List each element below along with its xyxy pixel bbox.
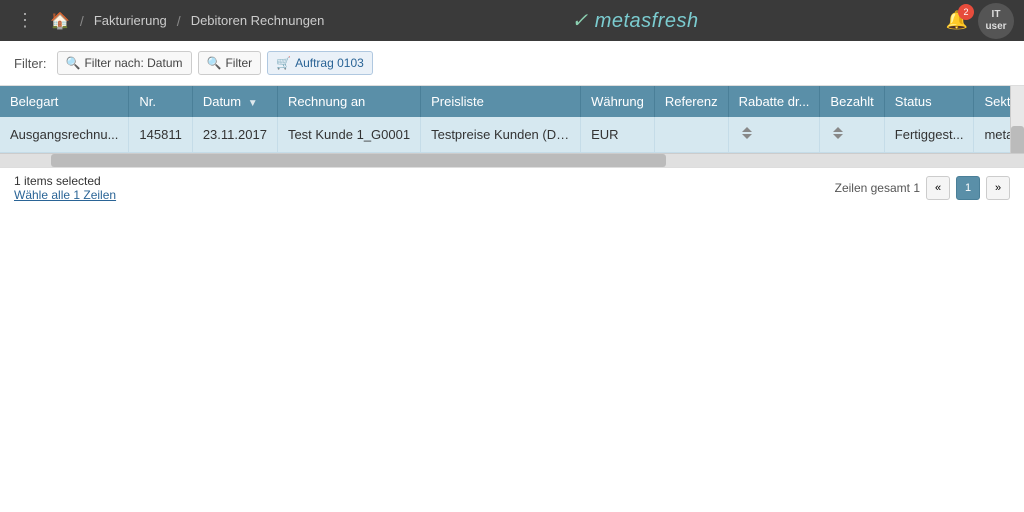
- page-next-button[interactable]: »: [986, 176, 1010, 200]
- sort-icon: ▼: [248, 98, 258, 109]
- auftrag-button[interactable]: 🛒 Auftrag 0103: [267, 51, 373, 75]
- notifications-button[interactable]: 🔔 2: [946, 10, 968, 31]
- table-outer: Belegart Nr. Datum ▼ Rechnung an: [0, 86, 1024, 153]
- cell-bezahlt: [820, 117, 884, 153]
- col-bezahlt[interactable]: Bezahlt: [820, 86, 884, 117]
- col-sektion[interactable]: Sektion: [974, 86, 1010, 117]
- cell-waehrung: EUR: [581, 117, 655, 153]
- order-icon: 🛒: [276, 56, 291, 70]
- h-scrollbar-thumb: [51, 154, 665, 167]
- cell-sektion: metas: [974, 117, 1010, 153]
- filter-button[interactable]: 🔍 Filter: [198, 51, 262, 75]
- col-nr[interactable]: Nr.: [129, 86, 192, 117]
- horizontal-scrollbar[interactable]: [0, 153, 1024, 167]
- col-preisliste[interactable]: Preisliste: [421, 86, 581, 117]
- filter-bar: Filter: 🔍 Filter nach: Datum 🔍 Filter 🛒 …: [0, 41, 1024, 86]
- col-status[interactable]: Status: [884, 86, 974, 117]
- filter-datum-button[interactable]: 🔍 Filter nach: Datum: [57, 51, 192, 75]
- cell-referenz: [654, 117, 728, 153]
- breadcrumb-debitoren[interactable]: Debitoren Rechnungen: [191, 13, 325, 28]
- cell-rabatte: [728, 117, 820, 153]
- breadcrumb-sep-2: /: [177, 13, 181, 29]
- cell-rechnung-an: Test Kunde 1_G0001: [277, 117, 420, 153]
- col-waehrung[interactable]: Währung: [581, 86, 655, 117]
- notif-badge: 2: [958, 4, 974, 20]
- sort-indicator-icon: [739, 125, 755, 141]
- cell-datum: 23.11.2017: [192, 117, 277, 153]
- footer: 1 items selected Wähle alle 1 Zeilen Zei…: [0, 167, 1024, 208]
- vertical-scrollbar[interactable]: [1010, 86, 1024, 153]
- breadcrumb-fakturierung[interactable]: Fakturierung: [94, 13, 167, 28]
- cell-preisliste: Testpreise Kunden (Deutschla...: [421, 117, 581, 153]
- cell-status: Fertiggest...: [884, 117, 974, 153]
- filter-icon: 🔍: [207, 56, 222, 70]
- content-area: Filter: 🔍 Filter nach: Datum 🔍 Filter 🛒 …: [0, 41, 1024, 512]
- table-body: Ausgangsrechnu... 145811 23.11.2017 Test…: [0, 117, 1010, 153]
- col-datum[interactable]: Datum ▼: [192, 86, 277, 117]
- table-area: Belegart Nr. Datum ▼ Rechnung an: [0, 86, 1010, 153]
- select-all-link[interactable]: Wähle alle 1 Zeilen: [14, 188, 116, 202]
- page-current-button[interactable]: 1: [956, 176, 980, 200]
- rows-total-label: Zeilen gesamt 1: [835, 181, 920, 195]
- scrollbar-thumb: [1011, 126, 1024, 156]
- menu-dots-icon[interactable]: ⋮: [10, 10, 40, 31]
- col-referenz[interactable]: Referenz: [654, 86, 728, 117]
- sort-indicator-icon: [830, 125, 846, 141]
- search-icon: 🔍: [66, 56, 81, 70]
- footer-left: 1 items selected Wähle alle 1 Zeilen: [14, 174, 116, 202]
- col-rechnung-an[interactable]: Rechnung an: [277, 86, 420, 117]
- logo: ✓ metasfresh: [571, 8, 698, 33]
- cell-belegart: Ausgangsrechnu...: [0, 117, 129, 153]
- avatar-label: IT user: [985, 9, 1006, 33]
- table-header: Belegart Nr. Datum ▼ Rechnung an: [0, 86, 1010, 117]
- selected-count: 1 items selected: [14, 174, 116, 188]
- page-prev-button[interactable]: «: [926, 176, 950, 200]
- col-rabatte[interactable]: Rabatte dr...: [728, 86, 820, 117]
- table-row[interactable]: Ausgangsrechnu... 145811 23.11.2017 Test…: [0, 117, 1010, 153]
- data-table: Belegart Nr. Datum ▼ Rechnung an: [0, 86, 1010, 153]
- filter-label: Filter:: [14, 56, 47, 71]
- col-belegart[interactable]: Belegart: [0, 86, 129, 117]
- breadcrumb-sep-1: /: [80, 13, 84, 29]
- topbar: ⋮ 🏠 / Fakturierung / Debitoren Rechnunge…: [0, 0, 1024, 41]
- user-avatar[interactable]: IT user: [978, 3, 1014, 39]
- footer-right: Zeilen gesamt 1 « 1 »: [835, 176, 1010, 200]
- home-icon[interactable]: 🏠: [50, 11, 70, 31]
- cell-nr: 145811: [129, 117, 192, 153]
